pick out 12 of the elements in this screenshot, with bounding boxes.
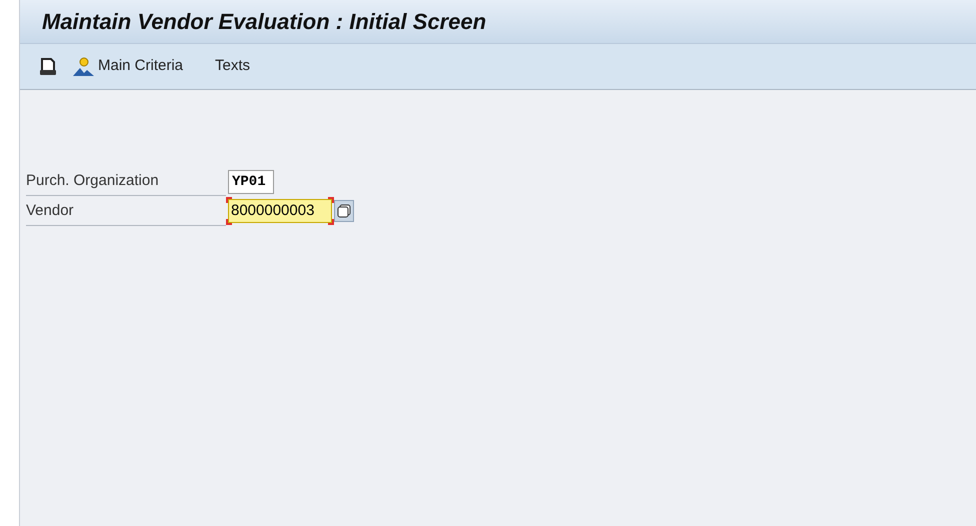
copy-icon bbox=[337, 204, 351, 218]
field-label: Vendor bbox=[26, 196, 226, 226]
person-mountain-icon bbox=[72, 56, 96, 76]
main-criteria-button[interactable]: Main Criteria bbox=[72, 55, 184, 78]
texts-button[interactable]: Texts bbox=[215, 55, 250, 78]
input-field[interactable]: 8000000003 bbox=[228, 198, 332, 223]
input-field[interactable]: YP01 bbox=[228, 170, 274, 194]
print-button[interactable] bbox=[38, 56, 58, 76]
field-label: Purch. Organization bbox=[26, 166, 226, 196]
printer-icon bbox=[38, 56, 58, 76]
value-help-button[interactable] bbox=[334, 200, 354, 222]
window-title: Maintain Vendor Evaluation : Initial Screen bbox=[42, 8, 486, 36]
